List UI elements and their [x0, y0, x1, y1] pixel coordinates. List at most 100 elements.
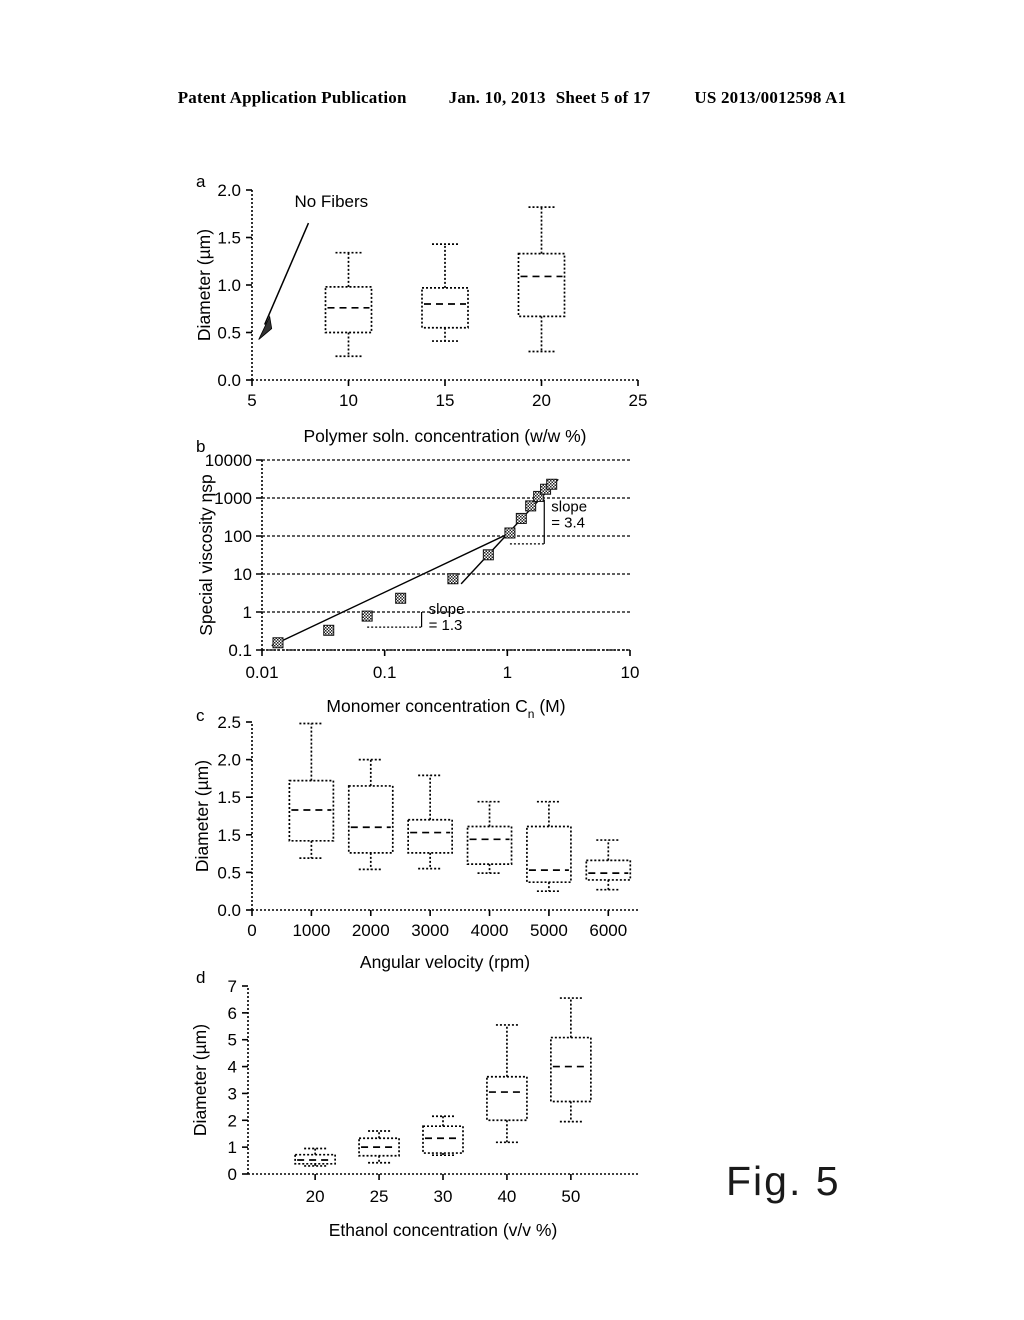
- panel-b: b 0.1 1 10 100 1000 10000 0.01 0.1 1 10 slope = 1.3…: [190, 432, 650, 722]
- panel-b-ytick-label: 1: [243, 603, 252, 622]
- panel-b-xtick-label: 1: [503, 663, 512, 682]
- panel-a-plot: 5 10 15 20 25 0.0 0.5 1.0 1.5 2.0 No Fibers Diamete…: [194, 181, 648, 446]
- panel-d-x-axis-title: Ethanol concentration (v/v %): [329, 1220, 558, 1240]
- panel-c-xtick-label: 2000: [352, 921, 390, 940]
- panel-b-xtick-label: 0.01: [245, 663, 278, 682]
- patent-header: Patent Application Publication Jan. 10, …: [0, 88, 1024, 108]
- panel-c-y-axis-title: Diameter (µm): [192, 760, 212, 872]
- header-sheet-label: Sheet 5 of 17: [555, 88, 651, 107]
- panel-b-axes: 0.1 1 10 100 1000 10000 0.01 0.1 1 10: [205, 451, 640, 682]
- panel-c-xtick-label: 3000: [411, 921, 449, 940]
- header-publication-label: Patent Application Publication: [177, 88, 407, 107]
- panel-b-data-point: [272, 637, 284, 649]
- panel-d-axes: 0 1 2 3 4 5 6 7 20 25 30 40 50: [228, 977, 638, 1206]
- panel-b-data-point: [525, 500, 537, 512]
- panel-c-ytick-label: 0.0: [217, 901, 241, 920]
- panel-c-xtick-label: 5000: [530, 921, 568, 940]
- panel-c-boxplot: [585, 839, 632, 891]
- panel-a-ytick-label: 0.5: [217, 324, 241, 343]
- panel-d-boxplot: [358, 1130, 400, 1164]
- panel-c-ytick-label: 2.0: [217, 751, 241, 770]
- panel-b-slope-low-line2: = 1.3: [429, 617, 463, 634]
- panel-c-xtick-label: 1000: [292, 921, 330, 940]
- panel-b-slope-low-line1: slope: [429, 601, 465, 618]
- panel-b-ytick-label: 1000: [214, 489, 252, 508]
- panel-b-y-axis-title: Special viscosity ηsp: [196, 474, 216, 635]
- panel-b-xtick-label: 10: [621, 663, 640, 682]
- panel-a-xtick-label: 25: [629, 391, 648, 410]
- panel-b-data-point: [323, 624, 335, 636]
- panel-c-xtick-label: 6000: [589, 921, 627, 940]
- panel-c-boxplot: [347, 758, 394, 871]
- panel-d-xtick-label: 25: [370, 1187, 389, 1206]
- panel-d-boxplot: [550, 997, 592, 1123]
- panel-b-ytick-label: 0.1: [228, 641, 252, 660]
- panel-c-xtick-label: 0: [247, 921, 256, 940]
- panel-d-boxplot: [422, 1115, 464, 1157]
- panel-d-y-axis-title: Diameter (µm): [190, 1024, 210, 1136]
- panel-c-plot: 0 1000 2000 3000 4000 5000 6000 0.0 0.5 1.5 1.5 2.0…: [192, 713, 638, 972]
- panel-c-ytick-label: 2.5: [217, 713, 241, 732]
- panel-c: c 0 1000 2000 3000 4000 5000 6000 0.0 0.5 1.5 1.5 2…: [190, 702, 650, 974]
- panel-c-ytick-label: 1.5: [217, 826, 241, 845]
- panel-d-ytick-label: 7: [228, 977, 237, 996]
- panel-b-data-point: [482, 549, 494, 561]
- panel-b-ytick-label: 10000: [205, 451, 252, 470]
- panel-a: a 5 10 15 20 25 0.0 0.5 1.0 1.5 2.0 No Fibers Diame…: [190, 168, 650, 453]
- panel-c-ytick-label: 1.5: [217, 788, 241, 807]
- panel-b-data-point: [447, 573, 459, 585]
- panel-b-ytick-label: 100: [224, 527, 252, 546]
- panel-b-fit-line: [271, 532, 511, 647]
- panel-a-xtick-label: 20: [532, 391, 551, 410]
- panel-a-xtick-label: 5: [247, 391, 256, 410]
- panel-a-boxplot: [324, 251, 373, 358]
- panel-d-xtick-label: 40: [497, 1187, 516, 1206]
- panel-b-slope-annotation-low: slope= 1.3: [367, 601, 464, 634]
- panel-d-xtick-label: 20: [306, 1187, 325, 1206]
- panel-c-boxplot: [466, 800, 513, 875]
- panel-a-no-fibers-label: No Fibers: [294, 192, 368, 211]
- panel-d-letter: d: [196, 968, 206, 987]
- panel-b-slope-high-line2: = 3.4: [551, 515, 585, 532]
- figure-caption: Fig. 5: [726, 1158, 841, 1204]
- panel-c-boxplot: [526, 800, 572, 893]
- panel-b-data-point: [395, 592, 407, 604]
- panel-b-slope-high-line1: slope: [551, 499, 587, 516]
- panel-c-boxplot: [288, 722, 335, 859]
- panel-b-letter: b: [196, 437, 206, 456]
- panel-d-ytick-label: 4: [228, 1058, 237, 1077]
- panel-d-boxplot: [294, 1147, 336, 1167]
- panel-c-boxplot: [407, 774, 454, 870]
- panel-a-boxplot: [421, 243, 469, 342]
- panel-a-ytick-label: 2.0: [217, 181, 241, 200]
- panel-d-ytick-label: 3: [228, 1084, 237, 1103]
- panel-d-plot: 0 1 2 3 4 5 6 7 20 25 30 40 50 Diameter (µm) Ethanol c…: [190, 977, 638, 1240]
- panel-a-letter: a: [196, 172, 206, 191]
- panel-b-data-point: [546, 478, 558, 490]
- panel-c-axes: 0 1000 2000 3000 4000 5000 6000 0.0 0.5 1.5 1.5 2.0…: [217, 713, 638, 940]
- panel-d-xtick-label: 30: [434, 1187, 453, 1206]
- panel-d-ytick-label: 5: [228, 1031, 237, 1050]
- panel-d: d 0 1 2 3 4 5 6 7 20 25 30 40 50 Diameter (µm) Ethanol…: [190, 962, 650, 1240]
- panel-a-xtick-label: 10: [339, 391, 358, 410]
- panel-b-plot: 0.11101001000100000.01 0.1 1 10slope= 1.3sl…: [196, 451, 640, 721]
- panel-d-ytick-label: 1: [228, 1138, 237, 1157]
- panel-b-data-point: [515, 512, 527, 524]
- panel-a-y-axis-title: Diameter (µm): [194, 229, 214, 341]
- panel-b-data-point: [504, 527, 516, 539]
- panel-c-xtick-label: 4000: [471, 921, 509, 940]
- header-date-label: Jan. 10, 2013: [448, 88, 546, 107]
- panel-d-ytick-label: 6: [228, 1004, 237, 1023]
- panel-a-arrow-icon: [258, 315, 273, 340]
- panel-a-boxplot: [517, 206, 566, 353]
- panel-d-xtick-label: 50: [561, 1187, 580, 1206]
- panel-c-ytick-label: 0.5: [217, 863, 241, 882]
- panel-a-no-fibers-annotation: No Fibers: [258, 192, 368, 340]
- panel-a-ytick-label: 1.0: [217, 276, 241, 295]
- panel-d-boxplot: [486, 1024, 528, 1144]
- panel-b-data-point: [361, 610, 373, 622]
- panel-b-xtick-label: 0.1: [373, 663, 397, 682]
- panel-a-ytick-label: 0.0: [217, 371, 241, 390]
- panel-c-letter: c: [196, 706, 205, 725]
- panel-b-ytick-label: 10: [233, 565, 252, 584]
